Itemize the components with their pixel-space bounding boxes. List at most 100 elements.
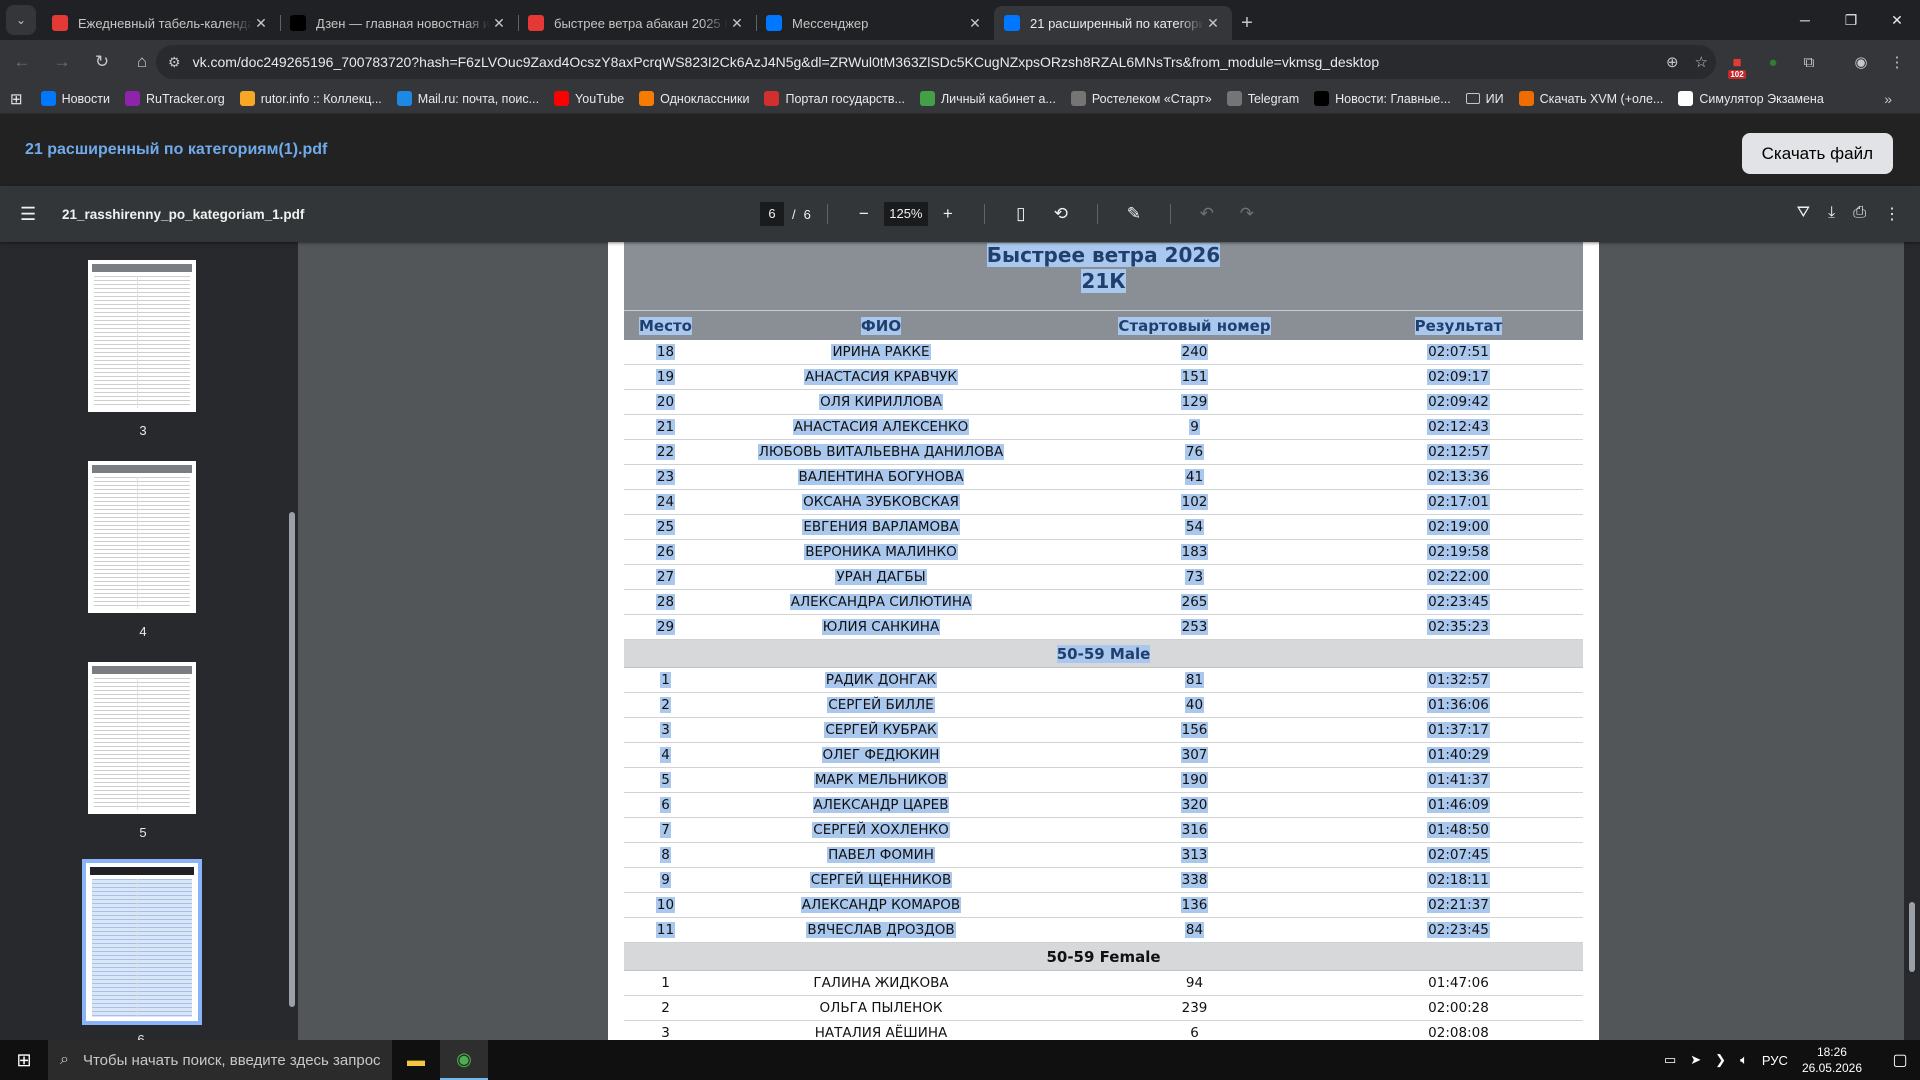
thumbnail-page-5[interactable]: 5 [88, 662, 198, 840]
url-text[interactable]: vk.com/doc249265196_700783720?hash=F6zLV… [193, 54, 1380, 70]
browser-tab[interactable]: быстрее ветра абакан 2025 м ✕ [518, 6, 756, 40]
bookmark-item[interactable]: Портал государств... [764, 91, 905, 106]
download-file-button[interactable]: Скачать файл [1741, 133, 1893, 174]
minimize-button[interactable]: ─ [1782, 0, 1828, 40]
redo-icon[interactable]: ↷ [1235, 204, 1259, 224]
more-options-icon[interactable]: ⋮ [1884, 204, 1900, 224]
tray-arrow-icon[interactable]: ❯ [1715, 1052, 1726, 1068]
tab-close-icon[interactable]: ✕ [252, 15, 270, 32]
bookmark-item[interactable]: RuTracker.org [124, 91, 225, 106]
network-icon[interactable]: ▭ [1664, 1052, 1676, 1068]
extension-icon-flag[interactable]: ● [1758, 47, 1788, 77]
bookmark-item[interactable]: rutor.info :: Коллекц... [239, 91, 382, 106]
bib-cell: 76 [1184, 444, 1205, 460]
result-cell: 01:46:09 [1427, 797, 1490, 813]
print-icon[interactable]: ⎙ [1853, 204, 1866, 224]
save-to-drive-icon[interactable]: ⛛ [1797, 204, 1810, 224]
browser-tab[interactable]: Дзен — главная новостная ин ✕ [280, 6, 518, 40]
home-button[interactable]: ⌂ [124, 44, 160, 80]
document-scrollbar[interactable] [1904, 242, 1920, 1040]
tab-search-button[interactable]: ⌄ [6, 5, 36, 35]
taskbar-search-box[interactable]: ⌕ Чтобы начать поиск, введите здесь запр… [48, 1040, 392, 1080]
bookmarks-overflow-icon[interactable]: » [1884, 91, 1892, 107]
bookmark-item[interactable]: Скачать XVM (+оле... [1518, 91, 1663, 106]
extension-icon-badge[interactable]: ■ 102 [1722, 47, 1752, 79]
address-bar[interactable]: ⚙ vk.com/doc249265196_700783720?hash=F6z… [156, 45, 1716, 79]
bib-cell: 9 [1189, 419, 1200, 435]
result-cell: 02:07:51 [1427, 344, 1490, 360]
file-explorer-icon[interactable]: ▬ [392, 1040, 440, 1080]
telegram-tray-icon[interactable]: ➤ [1690, 1052, 1701, 1068]
extensions-puzzle-icon[interactable]: ⧉ [1794, 47, 1824, 77]
forward-button[interactable]: → [44, 44, 80, 80]
place-cell: 1 [661, 975, 670, 991]
tab-close-icon[interactable]: ✕ [966, 15, 984, 32]
tab-close-icon[interactable]: ✕ [728, 15, 746, 32]
place-cell: 7 [660, 822, 671, 838]
bookmark-item[interactable]: Mail.ru: почта, поис... [396, 91, 539, 106]
bookmark-item[interactable]: Личный кабинет а... [919, 91, 1056, 106]
apps-grid-icon[interactable]: ⊞ [10, 90, 23, 108]
bookmark-item[interactable]: Telegram [1226, 91, 1299, 106]
annotate-icon[interactable]: ✎ [1122, 204, 1146, 224]
bookmark-item[interactable]: Одноклассники [639, 91, 749, 106]
site-info-icon[interactable]: ⚙ [168, 54, 181, 71]
zoom-icon[interactable]: ⊕ [1666, 53, 1679, 71]
divider [826, 204, 828, 224]
language-indicator[interactable]: РУС [1762, 1053, 1788, 1068]
table-row: 9 СЕРГЕЙ ЩЕННИКОВ 338 02:18:11 [624, 868, 1583, 893]
download-icon[interactable]: ⤓ [1828, 204, 1835, 224]
window-controls: ─ ❐ ✕ [1782, 0, 1920, 40]
thumbnail-page-6[interactable]: 6 [82, 859, 202, 1040]
bookmark-item[interactable]: YouTube [554, 91, 624, 106]
name-cell: АЛЕКСАНДР КОМАРОВ [800, 897, 962, 913]
sidebar-menu-icon[interactable]: ☰ [20, 204, 44, 225]
category-header-female: 50-59 Female [624, 943, 1583, 971]
menu-kebab-icon[interactable]: ⋮ [1882, 47, 1912, 77]
browser-tab[interactable]: Ежедневный табель-календарь ✕ [42, 6, 280, 40]
sidebar-scrollbar[interactable] [286, 242, 298, 1040]
bookmark-item[interactable]: ИИ [1465, 92, 1504, 106]
clock[interactable]: 18:26 26.05.2026 [1802, 1044, 1862, 1076]
windows-start-icon[interactable]: ⊞ [0, 1040, 48, 1080]
close-window-button[interactable]: ✕ [1874, 0, 1920, 40]
thumbnail-page-3[interactable]: 3 [88, 260, 198, 438]
table-row: 25 ЕВГЕНИЯ ВАРЛАМОВА 54 02:19:00 [624, 515, 1583, 540]
name-cell: ОЛЯ КИРИЛЛОВА [819, 394, 943, 410]
place-cell: 23 [655, 469, 676, 485]
browser-tab[interactable]: Мессенджер ✕ [756, 6, 994, 40]
back-button[interactable]: ← [4, 44, 40, 80]
thumbnail-page-4[interactable]: 4 [88, 461, 198, 639]
reload-button[interactable]: ↻ [84, 44, 120, 80]
zoom-out-button[interactable]: − [852, 204, 876, 224]
sidebar-scroll-thumb[interactable] [289, 512, 295, 1007]
zoom-in-button[interactable]: + [936, 204, 960, 224]
undo-icon[interactable]: ↶ [1195, 204, 1219, 224]
rutor-icon [239, 91, 255, 106]
profile-icon[interactable]: ◉ [1846, 47, 1876, 77]
name-cell: СЕРГЕЙ ЩЕННИКОВ [809, 872, 953, 888]
bib-cell: 156 [1180, 722, 1209, 738]
fit-page-icon[interactable]: ▯ [1009, 204, 1033, 224]
thumbnail-number: 5 [139, 825, 147, 840]
bookmark-item[interactable]: Симулятор Экзамена [1678, 91, 1824, 106]
new-tab-button[interactable]: + [1232, 6, 1262, 40]
restore-button[interactable]: ❐ [1828, 0, 1874, 40]
bookmark-item[interactable]: Ростелеком «Старт» [1070, 91, 1212, 106]
browser-tab[interactable]: 21 расширенный по категори ✕ [994, 6, 1232, 40]
bookmark-item[interactable]: Новости [40, 91, 110, 106]
volume-icon[interactable]: 🔈︎ [1740, 1052, 1748, 1068]
name-cell: ВЯЧЕСЛАВ ДРОЗДОВ [806, 922, 956, 938]
page-number-input[interactable]: 6 [760, 202, 784, 226]
extension-badge-count: 102 [1728, 70, 1746, 79]
tab-close-icon[interactable]: ✕ [1204, 15, 1222, 32]
notification-icon[interactable]: ▢ [1880, 1050, 1920, 1070]
chrome-icon[interactable]: ◉ [440, 1040, 488, 1080]
document-scroll-thumb[interactable] [1909, 902, 1915, 972]
zoom-input[interactable]: 125% [883, 202, 928, 226]
bookmark-star-icon[interactable]: ☆ [1695, 53, 1708, 71]
rotate-icon[interactable]: ⟲ [1049, 204, 1073, 224]
bookmark-item[interactable]: Новости: Главные... [1314, 91, 1451, 106]
vk-doc-header: 21 расширенный по категориям(1).pdf Скач… [0, 114, 1920, 186]
tab-close-icon[interactable]: ✕ [490, 15, 508, 32]
